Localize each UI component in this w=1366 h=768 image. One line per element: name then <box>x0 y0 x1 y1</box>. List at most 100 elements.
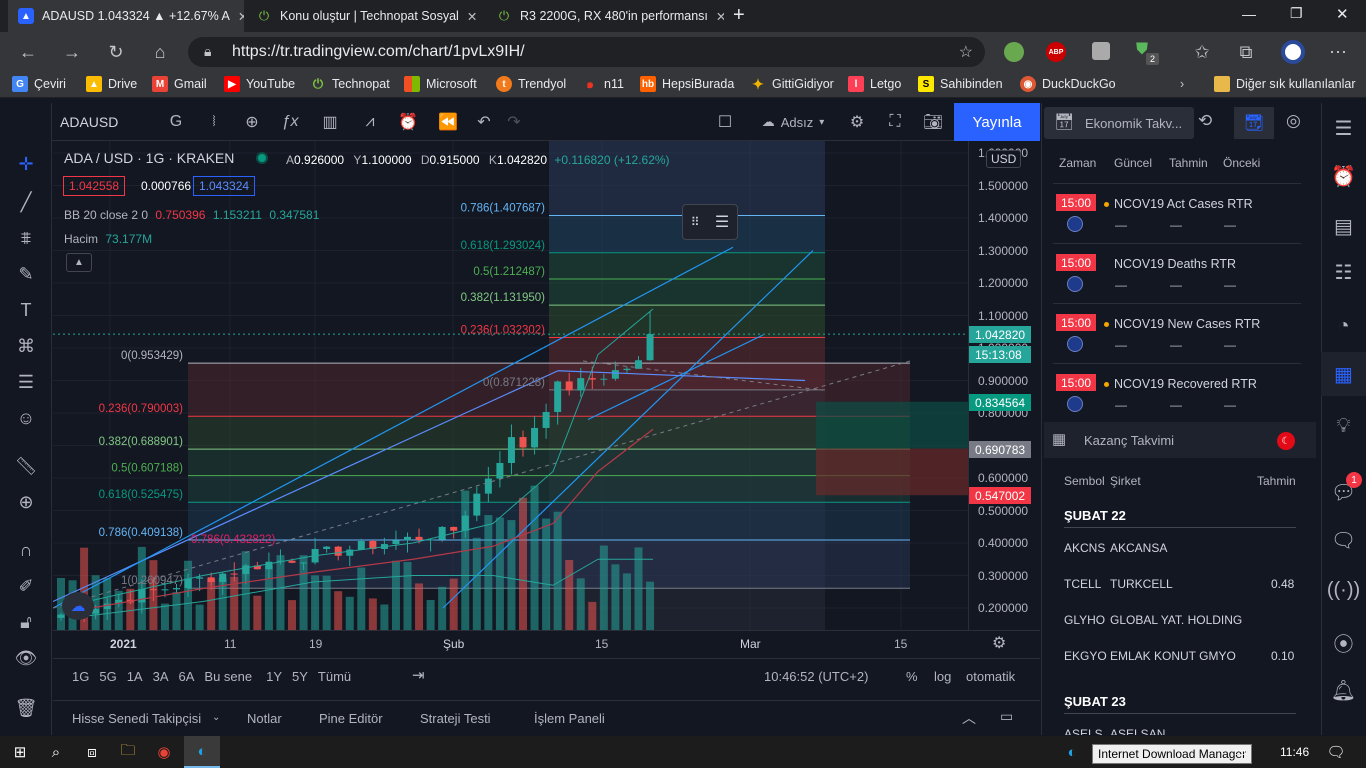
symbol-legend-title[interactable]: ADA / USD · 1G · KRAKEN <box>64 150 234 166</box>
range-all[interactable]: Tümü <box>318 669 351 684</box>
earnings-row[interactable]: AKCNS <box>1064 541 1105 555</box>
data-window-icon[interactable]: ◔ <box>1321 304 1366 348</box>
range-5y[interactable]: 5Y <box>292 669 308 684</box>
ask-price[interactable]: 1.043324 <box>193 176 256 196</box>
expand-panel-icon[interactable]: ︿ <box>962 708 976 728</box>
calendar-title[interactable]: Ekonomik Takv... <box>1085 116 1182 131</box>
financials-icon[interactable]: ▥ <box>314 103 346 141</box>
axis-settings-gear-icon[interactable]: ⚙ <box>992 633 1006 653</box>
range-1g[interactable]: 1G <box>72 669 89 684</box>
edge-icon[interactable]: ◐ <box>184 736 220 768</box>
tab-technopat[interactable]: ⏻ Konu oluştur | Technopat Sosyal ✕ <box>246 0 484 32</box>
indicators-icon[interactable]: ƒx <box>274 103 306 141</box>
earnings-row[interactable]: ASELS <box>1064 727 1103 735</box>
watchlist-icon[interactable]: ☰ <box>1321 106 1366 150</box>
emoji-icon[interactable]: ☺ <box>0 400 52 436</box>
redo-icon[interactable]: ↷ <box>500 103 528 141</box>
globe-icon[interactable]: ◎ <box>1286 111 1301 131</box>
bid-price[interactable]: 1.042558 <box>63 176 126 196</box>
trendline-icon[interactable]: ╱ <box>0 184 52 220</box>
adblock-icon[interactable]: ABP <box>1046 42 1066 62</box>
replay-icon[interactable]: ⏪ <box>432 103 464 141</box>
range-3a[interactable]: 3A <box>153 669 169 684</box>
bookmark-trendyol[interactable]: t Trendyol <box>496 72 566 96</box>
favorites-icon[interactable]: ✩ <box>1188 38 1216 66</box>
notifications-bell-icon[interactable]: 🔔︎ <box>1321 668 1366 712</box>
bookmark-gittigidiyor[interactable]: ✦ GittiGidiyor <box>750 72 834 96</box>
close-tab-icon[interactable]: ✕ <box>708 9 724 24</box>
bookmark-duckduckgo[interactable]: ◉ DuckDuckGo <box>1020 72 1116 96</box>
layout-icon[interactable]: ☐ <box>710 103 740 141</box>
windows-start-icon[interactable]: ⊞ <box>2 736 38 768</box>
economic-event-row[interactable] <box>1053 364 1301 424</box>
range-1y[interactable]: 1Y <box>266 669 282 684</box>
templates-icon[interactable]: ⩘ <box>354 103 386 141</box>
earnings-row[interactable]: TCELL <box>1064 577 1101 591</box>
lock-icon[interactable]: 🔓︎ <box>0 604 52 640</box>
bookmark-ceviri[interactable]: G Çeviri <box>12 72 66 96</box>
bookmark-youtube[interactable]: ▶ YouTube <box>224 72 295 96</box>
calendar-icon[interactable]: ▦ <box>1321 352 1366 396</box>
earnings-row[interactable]: EKGYO <box>1064 649 1107 663</box>
currency-label[interactable]: USD <box>986 150 1022 168</box>
fib-tools-icon[interactable]: ⩨ <box>0 220 52 256</box>
drag-handle-icon[interactable]: ⠿ <box>691 215 700 229</box>
profile-avatar[interactable] <box>1281 40 1305 64</box>
close-window-icon[interactable]: ✕ <box>1336 5 1349 23</box>
range-6a[interactable]: 6A <box>179 669 195 684</box>
log-scale-toggle[interactable]: log <box>934 669 951 684</box>
eye-icon[interactable]: 👁︎ <box>0 640 52 676</box>
bookmarks-overflow-icon[interactable]: › <box>1180 72 1184 96</box>
forward-icon[interactable]: → <box>58 38 86 66</box>
interval-button[interactable]: G <box>160 103 192 141</box>
broadcast-icon[interactable]: ⦿ <box>1321 620 1366 664</box>
undo-icon[interactable]: ↶ <box>470 103 498 141</box>
private-chat-icon[interactable]: 🗨︎ <box>1321 518 1366 562</box>
news-icon[interactable]: ▤ <box>1321 204 1366 248</box>
bb-indicator-legend[interactable]: BB 20 close 2 0 0.750396 1.153211 0.3475… <box>64 208 319 222</box>
clock-timezone[interactable]: 10:46:52 (UTC+2) <box>764 669 868 684</box>
economic-event-row[interactable] <box>1053 304 1301 364</box>
more-menu-icon[interactable]: ⋯ <box>1324 38 1352 66</box>
add-favorite-icon[interactable]: ☆ <box>959 42 973 62</box>
auto-scale-toggle[interactable]: otomatik <box>966 669 1015 684</box>
bookmark-letgo[interactable]: l Letgo <box>848 72 901 96</box>
bookmark-sahibinden[interactable]: S Sahibinden <box>918 72 1003 96</box>
collapse-legend-icon[interactable]: ▲ <box>66 253 92 272</box>
search-icon[interactable]: ⌕ <box>38 736 74 768</box>
symbol-search[interactable]: ADAUSD <box>60 103 156 141</box>
task-view-icon[interactable]: ⧈ <box>74 736 110 768</box>
go-to-date-icon[interactable]: ⇥ <box>412 666 425 684</box>
network-icon[interactable]: ▭ <box>1222 736 1258 768</box>
percent-scale-toggle[interactable]: % <box>906 669 918 684</box>
close-tab-icon[interactable]: ✕ <box>230 9 244 24</box>
publish-button[interactable]: Yayınla <box>954 103 1040 141</box>
restore-icon[interactable]: ❐ <box>1290 5 1303 22</box>
tab-pine-editor[interactable]: Pine Editör <box>319 711 383 726</box>
bookmark-other-folder[interactable]: Diğer sık kullanılanlar <box>1214 72 1356 96</box>
action-center-icon[interactable]: 🗨︎ <box>1318 736 1354 768</box>
trash-icon[interactable]: 🗑︎ <box>0 690 52 726</box>
bookmark-n11[interactable]: ๑ n11 <box>582 72 624 96</box>
line-settings-icon[interactable]: ☰ <box>715 212 729 232</box>
chevron-down-icon[interactable]: ⌄ <box>212 712 220 723</box>
bookmark-drive[interactable]: ▲ Drive <box>86 72 137 96</box>
pattern-icon[interactable]: ⌘ <box>0 328 52 364</box>
earnings-row[interactable]: GLYHO <box>1064 613 1105 627</box>
range-ytd[interactable]: Bu sene <box>204 669 252 684</box>
taskbar-clock[interactable]: 11:46 <box>1280 745 1309 759</box>
streams-icon[interactable]: ((·)) <box>1321 568 1366 612</box>
drag-handle-icon[interactable]: ▦ <box>1052 430 1066 448</box>
bookmark-technopat[interactable]: ⏻ Technopat <box>310 72 390 96</box>
close-tab-icon[interactable]: ✕ <box>459 9 477 24</box>
tab-strategy-tester[interactable]: Strateji Testi <box>420 711 491 726</box>
back-icon[interactable]: ← <box>14 38 42 66</box>
ideas-bulb-icon[interactable]: 💡︎ <box>1321 404 1366 448</box>
volume-legend[interactable]: Hacim 73.177M <box>64 232 152 246</box>
range-5g[interactable]: 5G <box>99 669 116 684</box>
settings-gear-icon[interactable]: ⚙ <box>842 103 872 141</box>
alarm-clock-icon[interactable]: ⏰ <box>1321 154 1366 198</box>
bookmark-microsoft[interactable]: Microsoft <box>404 72 477 96</box>
crosshair-icon[interactable]: ✛ <box>0 146 52 182</box>
bookmark-hepsiburada[interactable]: hb HepsiBurada <box>640 72 734 96</box>
